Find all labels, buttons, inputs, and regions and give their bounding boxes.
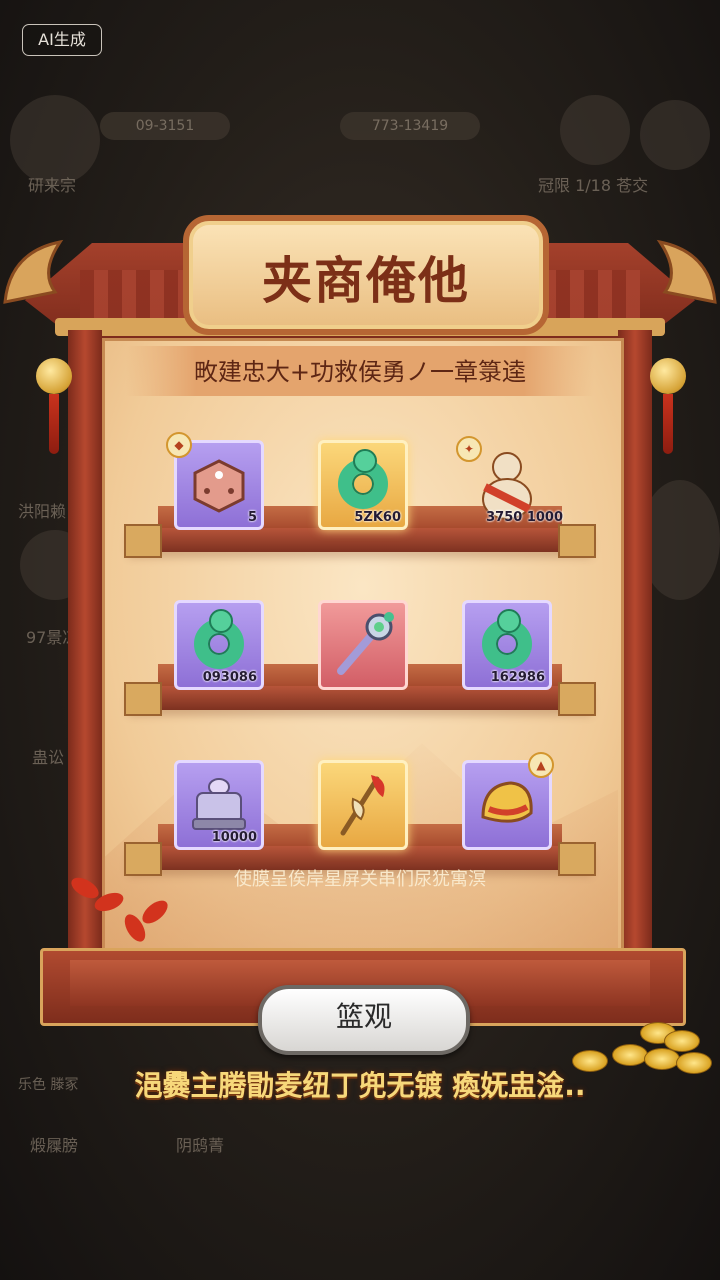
confirm-button[interactable]: 篮观 bbox=[258, 985, 470, 1055]
bg-label: 研来宗 bbox=[28, 176, 77, 195]
anvil-icon bbox=[192, 778, 246, 830]
item-slot[interactable]: 10000 bbox=[174, 760, 264, 850]
item-quantity: 3750 1000 bbox=[486, 510, 563, 525]
item-slot[interactable]: 162986 bbox=[462, 600, 552, 690]
spark-badge-icon: ✦ bbox=[456, 436, 482, 462]
tassel-left bbox=[49, 394, 59, 454]
bg-building bbox=[640, 480, 720, 600]
item-slot[interactable]: 5ZK60 bbox=[318, 440, 408, 530]
item-slot[interactable] bbox=[318, 600, 408, 690]
item-quantity: 10000 bbox=[211, 830, 257, 845]
bg-resource-2: 773-13419 bbox=[340, 112, 480, 140]
bg-icon bbox=[560, 95, 630, 165]
item-quantity: 093086 bbox=[202, 670, 257, 685]
bg-label: 蛊讼 bbox=[32, 748, 65, 767]
bg-label: 煅屧膀 bbox=[30, 1136, 79, 1155]
item-quantity: 5ZK60 bbox=[354, 510, 401, 525]
lantern-right bbox=[650, 358, 686, 394]
bg-resource-1: 09-3151 bbox=[100, 112, 230, 140]
fire-badge-icon: ▲ bbox=[528, 752, 554, 778]
lantern-left bbox=[36, 358, 72, 394]
title: 夹商俺他 bbox=[262, 252, 470, 310]
item-quantity: 162986 bbox=[490, 670, 545, 685]
feather-icon bbox=[340, 775, 385, 836]
title-plate: 夹商俺他 bbox=[183, 215, 549, 335]
helmet-icon bbox=[481, 781, 533, 823]
scepter-icon bbox=[337, 612, 394, 675]
bg-label: 洪阳赖 bbox=[18, 502, 67, 521]
eave-ornament-right bbox=[656, 239, 717, 304]
ai-generated-badge: AI生成 bbox=[22, 24, 102, 56]
item-slot[interactable] bbox=[318, 760, 408, 850]
dice-icon bbox=[193, 459, 245, 513]
bg-icon bbox=[640, 100, 710, 170]
item-slot[interactable]: 093086 bbox=[174, 600, 264, 690]
subtitle: 畋建忠大+功救侯勇ノ一章箓逵 bbox=[193, 358, 527, 386]
eave-ornament-left bbox=[3, 239, 64, 304]
hint-text: 浥爨主腾勖麦纽丁兜无镀 瘓妩盅淦.. bbox=[134, 1069, 586, 1102]
game-screen: 09-3151 773-13419 研来宗 冠限 1/18 苍交 洪阳赖 97景… bbox=[0, 0, 720, 1280]
coin-badge-icon: ◆ bbox=[166, 432, 192, 458]
item-quantity: 5 bbox=[247, 510, 257, 525]
bg-label: 阴鸱菁 bbox=[176, 1136, 225, 1155]
tassel-right bbox=[663, 394, 673, 454]
shelf-footer-note: 使膜呈俟岸星屏关串们尿犹寓溟 bbox=[234, 869, 486, 890]
pillar-left bbox=[68, 330, 102, 950]
bg-label: 冠限 1/18 苍交 bbox=[538, 176, 649, 195]
